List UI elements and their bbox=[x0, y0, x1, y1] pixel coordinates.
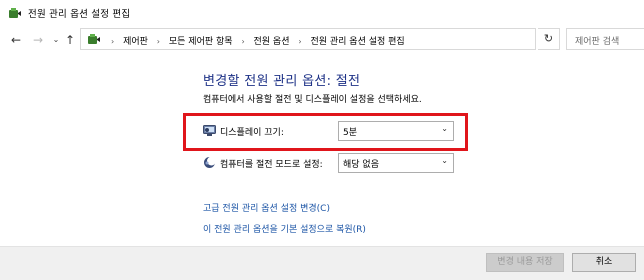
chevron-right-icon: › bbox=[111, 37, 115, 46]
chevron-down-icon: ⌄ bbox=[441, 156, 448, 165]
chevron-right-icon[interactable]: › bbox=[157, 37, 160, 46]
arrow-right-icon[interactable]: → bbox=[30, 31, 46, 49]
restore-defaults-link[interactable]: 이 전원 관리 옵션을 기본 설정으로 복원(R) bbox=[203, 222, 366, 235]
sleep-select[interactable]: 해당 없음 ⌄ bbox=[338, 153, 454, 173]
sleep-label: 컴퓨터를 절전 모드로 설정: bbox=[220, 160, 323, 170]
footer-bar: 변경 내용 저장 취소 bbox=[0, 246, 644, 280]
control-panel-icon bbox=[88, 34, 100, 44]
breadcrumb-item-all-items[interactable]: 모든 제어판 항목 bbox=[169, 37, 233, 47]
power-options-icon bbox=[9, 8, 21, 18]
breadcrumb-item-edit-plan[interactable]: 전원 관리 옵션 설정 편집 bbox=[310, 37, 404, 47]
sleep-value: 해당 없음 bbox=[343, 160, 379, 170]
arrow-left-icon[interactable]: ← bbox=[8, 31, 24, 49]
chevron-right-icon[interactable]: › bbox=[298, 37, 301, 46]
breadcrumb-item-power-options[interactable]: 전원 옵션 bbox=[254, 37, 290, 47]
search-placeholder: 제어판 검색 bbox=[575, 37, 620, 47]
breadcrumb: › 제어판 › 모든 제어판 항목 › 전원 옵션 › 전원 관리 옵션 설정 … bbox=[105, 34, 405, 47]
search-input[interactable]: 제어판 검색 bbox=[566, 28, 644, 50]
moon-icon bbox=[204, 156, 216, 168]
page-description: 컴퓨터에서 사용할 절전 및 디스플레이 설정을 선택하세요. bbox=[203, 95, 422, 105]
page-title: 변경할 전원 관리 옵션: 절전 bbox=[203, 74, 361, 89]
navigation-bar: ← → ⌄ ↑ › 제어판 › 모든 제어판 항목 › 전원 옵션 › 전원 관… bbox=[0, 28, 644, 52]
window-title: 전원 관리 옵션 설정 편집 bbox=[28, 9, 131, 20]
cancel-button[interactable]: 취소 bbox=[572, 253, 636, 272]
highlight-box bbox=[183, 113, 468, 151]
refresh-icon[interactable]: ↻ bbox=[538, 28, 560, 50]
save-changes-button[interactable]: 변경 내용 저장 bbox=[486, 253, 564, 272]
title-bar: 전원 관리 옵션 설정 편집 bbox=[0, 0, 644, 28]
advanced-settings-link[interactable]: 고급 전원 관리 옵션 설정 변경(C) bbox=[203, 201, 330, 214]
address-bar[interactable]: › 제어판 › 모든 제어판 항목 › 전원 옵션 › 전원 관리 옵션 설정 … bbox=[80, 28, 602, 50]
breadcrumb-item-control-panel[interactable]: 제어판 bbox=[123, 37, 148, 47]
chevron-right-icon[interactable]: › bbox=[241, 37, 244, 46]
arrow-up-icon[interactable]: ↑ bbox=[62, 31, 78, 49]
setting-row-sleep: 컴퓨터를 절전 모드로 설정: 해당 없음 ⌄ bbox=[203, 153, 454, 173]
